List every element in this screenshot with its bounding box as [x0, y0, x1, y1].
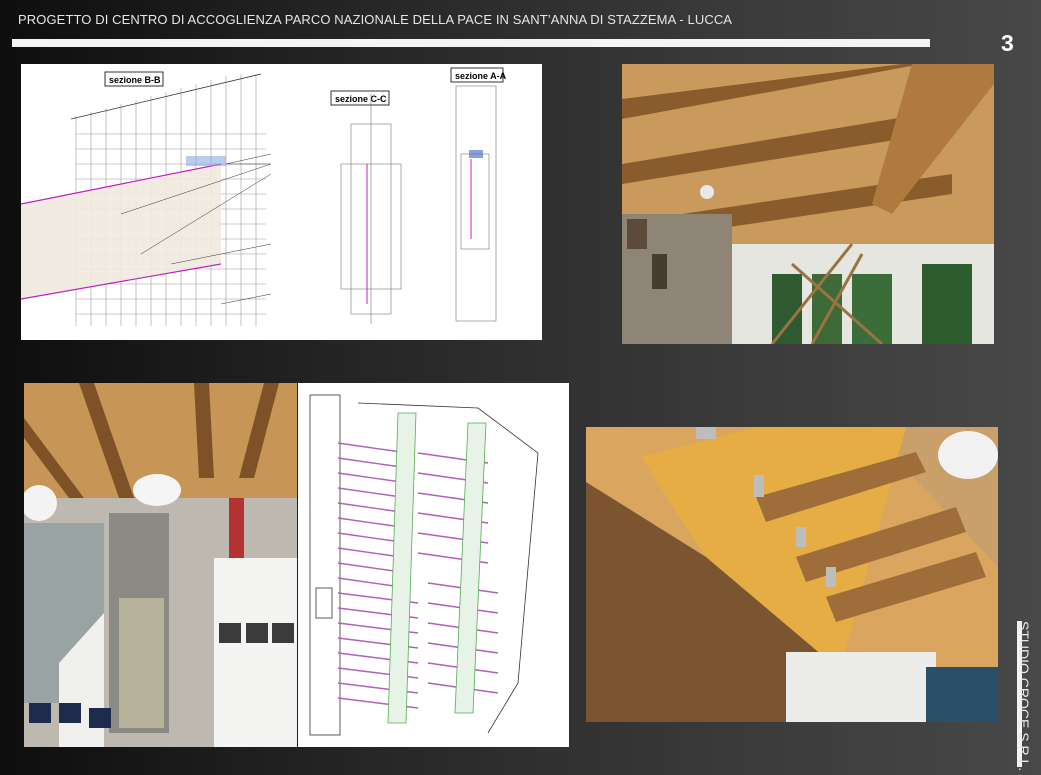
beam-ceiling-photo	[622, 64, 994, 344]
section-drawings-panel: sezione B-B sezione C-C sezione A-A	[21, 64, 542, 340]
glulam-beam-photo	[586, 427, 998, 722]
section-bb-label: sezione B-B	[109, 75, 161, 85]
interior-elevator-image	[24, 383, 297, 747]
interior-elevator-photo	[24, 383, 297, 747]
title-underline	[12, 39, 930, 47]
wooden-beam-ceiling-image	[622, 64, 994, 344]
beam-plan-drawing	[309, 394, 539, 736]
page-number: 3	[1001, 30, 1014, 56]
section-cc-label: sezione C-C	[335, 94, 387, 104]
section-aa-label: sezione A-A	[455, 71, 507, 81]
glulam-beam-image	[586, 427, 998, 722]
studio-brand: STUDIO CROCE S.R.L.	[1016, 621, 1032, 772]
section-drawings: sezione B-B sezione C-C sezione A-A	[21, 67, 507, 326]
page-title: PROGETTO DI CENTRO DI ACCOGLIENZA PARCO …	[18, 12, 733, 27]
beam-plan-drawing-panel	[298, 383, 569, 747]
